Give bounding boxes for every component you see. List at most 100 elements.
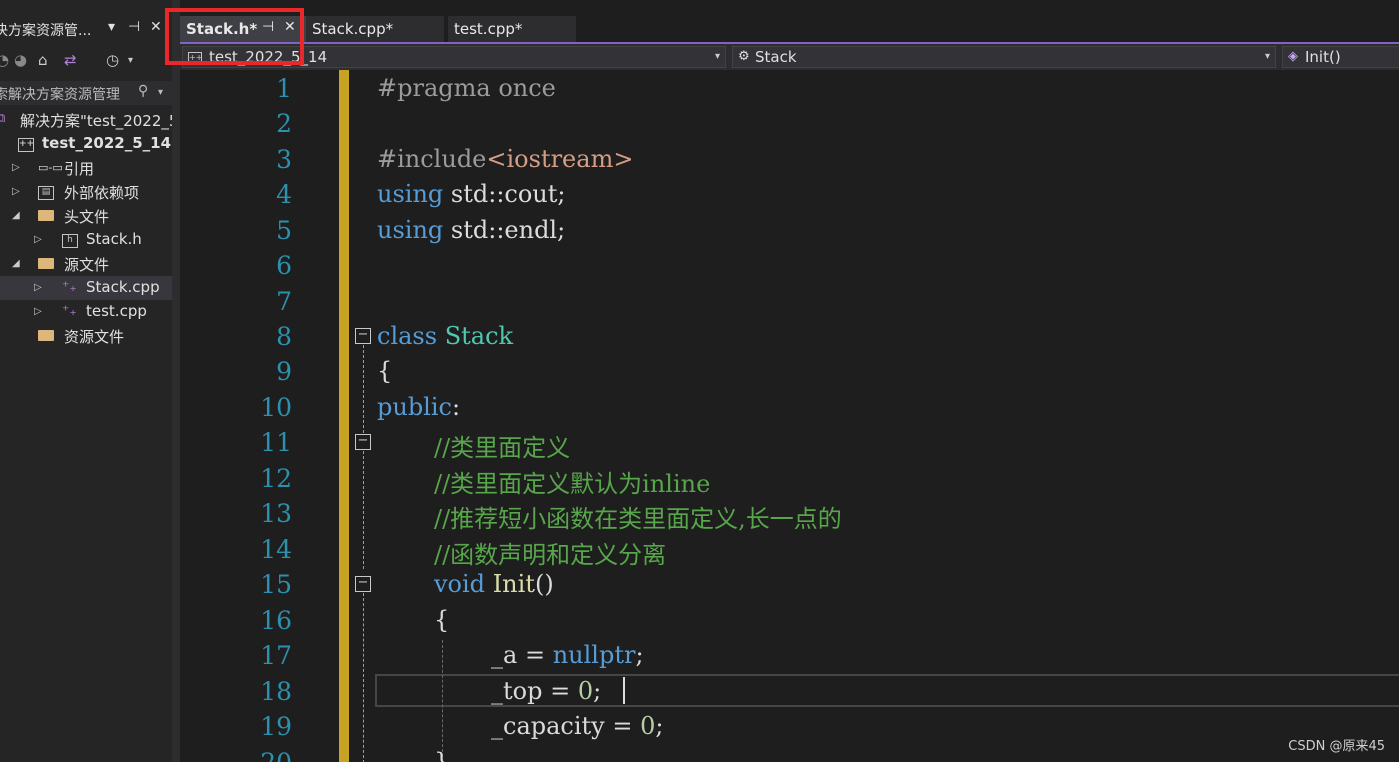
solution-search-placeholder: 索解决方案资源管理 xyxy=(0,87,120,103)
scope-dropdown[interactable]: ⚙ Stack ▾ xyxy=(732,46,1276,68)
tree-item-resource-files[interactable]: 资源文件 xyxy=(0,324,172,348)
line-number: 6 xyxy=(276,251,292,280)
line-number: 4 xyxy=(276,180,292,209)
history-icon[interactable]: ◷ xyxy=(106,51,119,69)
expand-arrow-icon[interactable]: ▷ xyxy=(12,186,20,197)
tree-item-source-files[interactable]: ◢ 源文件 xyxy=(0,252,172,276)
line-number: 18 xyxy=(260,677,292,706)
code-line-3: #include<iostream> xyxy=(377,145,634,173)
line-number: 14 xyxy=(260,535,292,564)
code-line-11: //类里面定义 xyxy=(434,434,571,462)
line-number: 9 xyxy=(276,357,292,386)
window-position-dropdown-icon[interactable]: ▾ xyxy=(108,19,115,35)
references-icon: ▭-▭ xyxy=(38,161,63,174)
collapse-arrow-icon[interactable]: ◢ xyxy=(12,258,20,269)
home-icon[interactable]: ⌂ xyxy=(38,51,48,69)
solution-explorer-toolbar: ◔ ◕ ⌂ ⇄ ◷ ▾ xyxy=(0,48,172,76)
expand-arrow-icon[interactable]: ▷ xyxy=(34,234,42,245)
watermark: CSDN @原来45 xyxy=(1288,739,1385,754)
tree-item-stack-h[interactable]: ▷ h Stack.h xyxy=(0,228,172,252)
tree-item-external-dependencies[interactable]: ▷ ▤ 外部依赖项 xyxy=(0,180,172,204)
tree-item-solution[interactable]: ⧉ 解决方案"test_2022_5 xyxy=(0,108,172,132)
tree-item-stack-cpp[interactable]: ▷ ⁺₊ Stack.cpp xyxy=(0,276,172,300)
line-number: 11 xyxy=(260,428,292,457)
method-icon: ◈ xyxy=(1288,49,1298,64)
text-caret xyxy=(623,677,625,704)
code-line-12: //类里面定义默认为inline xyxy=(434,470,711,498)
code-line-9: { xyxy=(377,357,393,385)
change-tracking-bar xyxy=(339,70,349,762)
code-line-5: using std::endl; xyxy=(377,216,566,244)
fold-line xyxy=(363,345,364,433)
external-deps-icon: ▤ xyxy=(38,183,54,200)
tree-item-references[interactable]: ▷ ▭-▭ 引用 xyxy=(0,156,172,180)
folder-icon xyxy=(38,258,54,273)
fold-toggle-icon[interactable]: − xyxy=(355,434,371,450)
solution-search-box[interactable]: 索解决方案资源管理 ⚲ ▾ xyxy=(0,81,172,105)
search-options-dropdown-icon[interactable]: ▾ xyxy=(158,87,163,98)
code-editor[interactable]: − − − 1 2 3 4 5 6 7 8 9 10 11 12 13 14 1… xyxy=(180,70,1399,762)
chevron-down-icon: ▾ xyxy=(714,51,720,62)
search-icon[interactable]: ⚲ xyxy=(138,83,148,99)
fold-toggle-icon[interactable]: − xyxy=(355,576,371,592)
cpp-file-icon: ⁺₊ xyxy=(62,279,77,295)
glyph-margin xyxy=(180,70,220,762)
line-number: 12 xyxy=(260,464,292,493)
line-number: 17 xyxy=(260,641,292,670)
solution-explorer-titlebar: 决方案资源管... ▾ ⊣ ✕ xyxy=(0,18,172,42)
code-line-4: using std::cout; xyxy=(377,180,566,208)
code-line-1: #pragma once xyxy=(377,74,556,102)
code-line-18: _top = 0; xyxy=(491,677,602,705)
code-line-19: _capacity = 0; xyxy=(491,712,664,740)
line-number: 7 xyxy=(276,287,292,316)
line-number: 10 xyxy=(260,393,292,422)
code-line-17: _a = nullptr; xyxy=(491,641,644,669)
code-line-14: //函数声明和定义分离 xyxy=(434,541,667,569)
line-number: 19 xyxy=(260,712,292,741)
panel-splitter[interactable] xyxy=(172,0,180,762)
back-icon[interactable]: ◔ xyxy=(0,51,9,69)
switch-views-icon[interactable]: ⇄ xyxy=(64,51,77,69)
member-dropdown[interactable]: ◈ Init() xyxy=(1282,46,1399,68)
expand-arrow-icon[interactable]: ▷ xyxy=(34,282,42,293)
code-line-15: void Init() xyxy=(434,570,554,598)
expand-arrow-icon[interactable]: ▷ xyxy=(34,306,42,317)
indent-guide xyxy=(442,640,443,762)
code-line-16: { xyxy=(434,606,450,634)
tab-test-cpp[interactable]: test.cpp* xyxy=(448,16,576,42)
code-line-8: class Stack xyxy=(377,322,514,350)
class-icon: ⚙ xyxy=(738,49,750,64)
close-icon[interactable]: ✕ xyxy=(150,19,162,35)
line-number: 1 xyxy=(276,74,292,103)
code-line-10: public: xyxy=(377,393,461,421)
line-number: 15 xyxy=(260,570,292,599)
line-number: 5 xyxy=(276,216,292,245)
tree-item-header-files[interactable]: ◢ 头文件 xyxy=(0,204,172,228)
pin-icon[interactable]: ⊣ xyxy=(128,19,140,35)
code-line-20: } xyxy=(434,748,450,762)
fold-toggle-icon[interactable]: − xyxy=(355,328,371,344)
tree-item-project[interactable]: ++ test_2022_5_14 xyxy=(0,132,172,156)
cpp-file-icon: ⁺₊ xyxy=(62,303,77,319)
header-file-icon: h xyxy=(62,231,78,248)
tree-item-test-cpp[interactable]: ▷ ⁺₊ test.cpp xyxy=(0,300,172,324)
document-tabs: Stack.h* ⊣ ✕ Stack.cpp* test.cpp* xyxy=(180,16,1399,44)
expand-arrow-icon[interactable]: ▷ xyxy=(12,162,20,173)
folder-icon xyxy=(38,210,54,225)
line-number: 8 xyxy=(276,322,292,351)
line-number: 13 xyxy=(260,499,292,528)
solution-icon: ⧉ xyxy=(0,111,6,126)
project-icon: ++ xyxy=(18,135,34,152)
solution-explorer-title: 决方案资源管... xyxy=(0,23,92,39)
folder-icon xyxy=(38,330,54,345)
forward-icon[interactable]: ◕ xyxy=(14,51,27,69)
history-dropdown-icon[interactable]: ▾ xyxy=(128,55,133,66)
tab-stack-cpp[interactable]: Stack.cpp* xyxy=(306,16,444,42)
fold-line xyxy=(363,593,364,762)
collapse-arrow-icon[interactable]: ◢ xyxy=(12,210,20,221)
fold-line xyxy=(363,451,364,569)
line-number: 3 xyxy=(276,145,292,174)
solution-explorer-panel: 决方案资源管... ▾ ⊣ ✕ ◔ ◕ ⌂ ⇄ ◷ ▾ 索解决方案资源管理 ⚲ … xyxy=(0,0,172,762)
chevron-down-icon: ▾ xyxy=(1264,51,1270,62)
line-number: 20 xyxy=(222,748,292,762)
